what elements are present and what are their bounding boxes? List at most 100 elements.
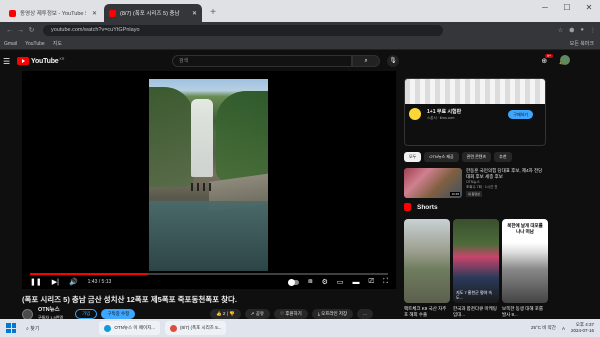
menu-icon[interactable]: ⋮ [590, 27, 596, 34]
tab-label: (8/7) (폭포 시리즈 5) 충남 [120, 11, 180, 17]
short-caption[interactable]: 팩트체크 K9 국산 자주포 해외 수출 [404, 306, 450, 318]
progress-bar[interactable] [30, 273, 388, 275]
ad-title: 1+1 무료 시험판 [427, 109, 462, 115]
new-tab-button[interactable]: + [204, 4, 222, 22]
forward-button[interactable]: → [15, 27, 26, 34]
search-button[interactable]: ⌕ [352, 55, 380, 67]
search-input[interactable]: 검색 [172, 55, 352, 67]
search-icon: ⌕ [364, 58, 368, 64]
shorts-icon [404, 203, 411, 211]
more-actions-button[interactable]: ... [357, 309, 373, 319]
chip-recommended[interactable]: 추천 [494, 152, 512, 162]
tab-video[interactable]: (8/7) (폭포 시리즈 5) 충남 ✕ [104, 4, 203, 22]
weather[interactable]: 25°C 비 약간 [531, 325, 556, 331]
share-button[interactable]: ↗ 공유 [244, 309, 270, 319]
rec-title[interactable]: 한동훈 국민의힘 당대표 후보, 제4차 전당대회 후보 세종 후보 [466, 168, 546, 180]
all-bookmarks[interactable]: 모든 북마크 [570, 40, 594, 47]
voice-search-button[interactable]: 🎙 [387, 55, 399, 67]
taskbar-app-edge[interactable]: OTN뉴스 이 페이지... [99, 321, 160, 335]
taskbar-search[interactable]: ⌕ 찾기 [26, 325, 39, 332]
settings-gear-icon[interactable]: ⚙ [322, 278, 328, 286]
youtube-favicon-icon [109, 9, 117, 17]
captions-icon[interactable]: ⧈ [308, 278, 312, 286]
clock[interactable]: 오후 4:37 2024-07-16 [571, 322, 594, 334]
download-label: 오프라인 저장 [321, 311, 348, 316]
create-icon[interactable]: ⊕ [541, 57, 547, 65]
thumbs-down-icon: 👎 [229, 311, 235, 316]
extensions-area: ☆ ⬢ ● ⋮ [558, 27, 596, 34]
url-input[interactable]: youtube.com/watch?v=cuYtGPnlayo [43, 24, 443, 36]
taskbar-search-label: 찾기 [30, 325, 40, 332]
tab-youtube-studio[interactable]: 동영상 제투정보 - YouTube Stu ✕ [4, 4, 102, 22]
chip-all[interactable]: 모두 [404, 152, 422, 162]
bookmark-maps[interactable]: 지도 [53, 40, 62, 47]
channel-name[interactable]: OTN뉴스 [38, 307, 63, 314]
youtube-favicon-icon [9, 9, 16, 17]
rec-thumbnail[interactable]: 10:48 [404, 168, 462, 198]
pause-icon[interactable]: ❚❚ [30, 278, 42, 286]
taskbar-app-label: (8/7) (폭포 시리즈 5... [180, 325, 222, 330]
taskbar-app-chrome[interactable]: (8/7) (폭포 시리즈 5... [165, 321, 227, 335]
youtube-logo[interactable]: YouTube KR [17, 57, 64, 65]
minimize-button[interactable]: ─ [534, 0, 556, 16]
close-window-button[interactable]: ✕ [578, 0, 600, 16]
address-bar-row: ← → ↻ youtube.com/watch?v=cuYtGPnlayo ☆ … [0, 22, 600, 38]
support-label: 후원하기 [285, 311, 302, 316]
edge-icon [104, 324, 112, 332]
short-overlay: 지도 7 홍천군 평야 속도... [456, 290, 493, 300]
short-item[interactable]: 지도 7 홍천군 평야 속도... [453, 219, 499, 303]
time-display: 1:43 / 5:13 [87, 279, 112, 285]
video-player[interactable]: ❚❚ ▶| 🔊 1:43 / 5:13 ⧈ ⚙ ▭ ▬ ⎚ ⛶ [22, 71, 396, 289]
profile-icon[interactable]: ● [580, 27, 584, 34]
miniplayer-icon[interactable]: ▭ [337, 278, 344, 286]
logo-text: YouTube [31, 57, 59, 65]
volume-icon[interactable]: 🔊 [69, 278, 78, 286]
bookmark-youtube[interactable]: YouTube [25, 41, 45, 47]
short-item[interactable] [404, 219, 450, 303]
youtube-play-icon [17, 57, 29, 65]
avatar[interactable] [560, 55, 570, 65]
cast-icon[interactable]: ⎚ [368, 278, 374, 286]
extension-icon[interactable]: ⬢ [569, 27, 574, 34]
taskbar-app-label: OTN뉴스 이 페이지... [114, 325, 155, 330]
shorts-shelf: 지도 7 홍천군 평야 속도... 북한에 날개 대포를 나나 떠남 [404, 219, 548, 303]
join-button[interactable]: 가입 [75, 309, 98, 319]
subscribed-button[interactable]: 구독중 수정 [101, 309, 136, 319]
language-indicator[interactable]: A [562, 326, 565, 331]
thumbs-up-icon: 👍 [216, 311, 223, 316]
close-icon[interactable]: ✕ [92, 10, 97, 17]
video-actions: 👍 2 | 👎 ↗ 공유 ♡ 후원하기 ⤓ 오프라인 저장 ... [210, 309, 373, 319]
star-icon[interactable]: ☆ [558, 27, 563, 34]
like-button[interactable]: 👍 2 | 👎 [210, 309, 241, 319]
rec-meta: 조회수 7회 · 1시간 전 [466, 185, 498, 189]
notification-badge: 9+ [545, 54, 553, 58]
close-icon[interactable]: ✕ [192, 10, 197, 17]
support-button[interactable]: ♡ 후원하기 [273, 309, 308, 319]
chip-channel[interactable]: OTN뉴스 제공 [424, 152, 459, 162]
recommended-video[interactable]: 10:48 한동훈 국민의힘 당대표 후보, 제4차 전당대회 후보 세종 후보… [404, 168, 546, 198]
short-caption[interactable]: 한국과 합천다큐 마케팅 임대... [453, 306, 499, 318]
back-button[interactable]: ← [4, 27, 15, 34]
chip-related[interactable]: 관련 콘텐츠 [461, 152, 492, 162]
windows-start-icon[interactable] [6, 323, 16, 333]
system-tray: 25°C 비 약간 A 오후 4:37 2024-07-16 [531, 322, 594, 334]
short-caption[interactable]: 보쪽한 동생 대해 포를 발사 9... [502, 306, 548, 318]
theater-mode-icon[interactable]: ▬ [352, 279, 359, 286]
reload-button[interactable]: ↻ [26, 26, 37, 34]
chrome-icon [170, 324, 177, 332]
hamburger-menu-icon[interactable]: ☰ [3, 57, 13, 66]
bookmark-gmail[interactable]: Gmail [4, 41, 17, 47]
like-count: 2 [222, 311, 226, 316]
download-button[interactable]: ⤓ 오프라인 저장 [311, 309, 354, 319]
ad-cta-button[interactable]: 구매하기 [508, 110, 533, 119]
rec-duration: 10:48 [450, 192, 460, 196]
ad-image [405, 79, 545, 104]
maximize-button[interactable]: ☐ [556, 0, 578, 16]
fullscreen-icon[interactable]: ⛶ [383, 278, 388, 286]
taskbar-apps: OTN뉴스 이 페이지... (8/7) (폭포 시리즈 5... [99, 321, 227, 335]
next-icon[interactable]: ▶| [52, 278, 59, 286]
channel-avatar[interactable] [22, 308, 33, 320]
short-item[interactable]: 북한에 날개 대포를 나나 떠남 [502, 219, 548, 303]
sponsored-ad[interactable]: 1+1 무료 시험판 스폰서 · linss.com 구매하기 [404, 78, 546, 146]
autoplay-toggle[interactable] [288, 278, 300, 286]
